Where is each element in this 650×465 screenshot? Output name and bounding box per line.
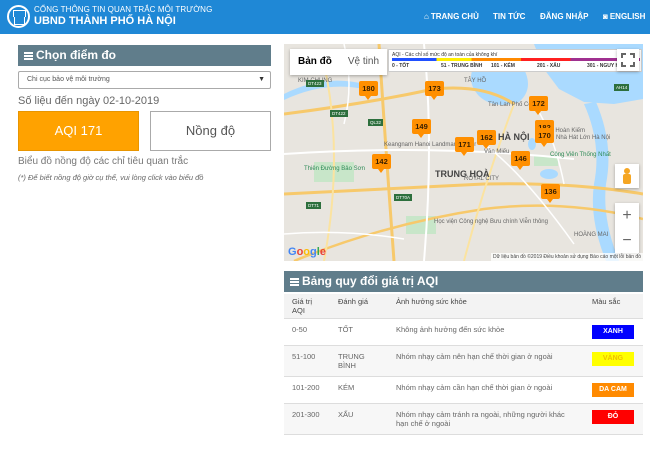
aqi-range: 201-300 — [284, 403, 330, 435]
hanoi-logo-icon[interactable] — [7, 5, 30, 28]
list-icon — [290, 277, 299, 287]
nav-home-label: TRANG CHỦ — [430, 12, 479, 21]
aqi-range: 101-200 — [284, 376, 330, 404]
color-chip: VÀNG — [592, 352, 634, 366]
map-type-toggle: Bản đồ Vệ tinh — [290, 49, 388, 75]
nav-english[interactable]: ◙ ENGLISH — [603, 12, 645, 21]
aqi-effect: Nhóm nhạy cảm tránh ra ngoài, những ngườ… — [388, 403, 584, 435]
map-view[interactable]: Bản đồ Vệ tinh AQI - Các chỉ số mức độ an… — [284, 44, 643, 261]
brand-title[interactable]: UBND THÀNH PHỐ HÀ NỘI — [34, 15, 176, 27]
map-label: Nhà Hát Lớn Hà Nội — [556, 135, 611, 141]
map-label: TÂY HỒ — [464, 78, 487, 84]
tab-map[interactable]: Bản đồ — [290, 49, 340, 75]
aqi-marker[interactable]: 162 — [477, 130, 496, 149]
aqi-rating: TỐT — [330, 318, 388, 346]
aqi-marker[interactable]: 172 — [529, 96, 548, 115]
aqi-marker[interactable]: 170 — [535, 128, 554, 147]
map-label: HÀ NỘI — [498, 132, 530, 142]
street-view-pegman-icon[interactable] — [615, 164, 639, 188]
color-chip: XANH — [592, 325, 634, 339]
fullscreen-button[interactable] — [617, 49, 639, 71]
data-date-label: Số liệu đến ngày 02-10-2019 — [18, 95, 160, 107]
aqi-marker[interactable]: 146 — [511, 151, 530, 170]
zoom-control: + − — [615, 203, 639, 253]
table-header-row: Giá trị AQI Đánh giá Ảnh hưởng sức khỏe … — [284, 294, 643, 319]
aqi-rating: XẤU — [330, 403, 388, 435]
home-icon: ⌂ — [424, 12, 429, 21]
map-label: Công Viên Thống Nhất — [550, 152, 611, 158]
map-label: Văn Miếu — [484, 149, 510, 155]
fullscreen-icon — [621, 53, 635, 67]
table-row: 0-50 TỐT Không ảnh hưởng đến sức khỏe XA… — [284, 318, 643, 346]
aqi-marker[interactable]: 149 — [412, 119, 431, 138]
aqi-marker[interactable]: 173 — [425, 81, 444, 100]
aqi-table-header: Bảng quy đổi giá trị AQI — [284, 271, 643, 292]
caret-down-icon: ▼ — [258, 76, 265, 83]
road-badge: DT422 — [330, 110, 348, 117]
legend-level: 51 - TRUNG BÌNH — [441, 63, 483, 69]
legend-color-bar — [392, 58, 640, 61]
column-header: Giá trị AQI — [284, 294, 330, 319]
road-badge: DT70A — [394, 194, 413, 201]
table-row: 101-200 KÉM Nhóm nhạy cảm cần hạn chế th… — [284, 376, 643, 404]
table-row: 51-100 TRUNG BÌNH Nhóm nhạy cảm nên hạn … — [284, 345, 643, 377]
column-header: Đánh giá — [330, 294, 388, 319]
chart-caption: Biểu đồ nồng độ các chỉ tiêu quan trắc — [18, 156, 189, 167]
brand-subtitle: CỔNG THÔNG TIN QUAN TRẮC MÔI TRƯỜNG — [34, 5, 213, 14]
tab-aqi[interactable]: AQI 171 — [18, 111, 139, 151]
color-chip: DA CAM — [592, 383, 634, 397]
aqi-effect: Nhóm nhạy cảm nên hạn chế thời gian ở ng… — [388, 345, 584, 377]
station-select[interactable]: Chi cục bảo vệ môi trường ▼ — [18, 71, 271, 89]
map-label: Thiên Đường Bảo Sơn — [304, 166, 365, 172]
column-header: Màu sắc — [584, 294, 643, 319]
map-attribution[interactable]: Dữ liệu bản đồ ©2019 Điều khoản sử dụng … — [491, 253, 643, 261]
chart-note: (*) Để biết nồng độ giờ cụ thể, vui lòng… — [18, 173, 204, 182]
nav-login[interactable]: ĐĂNG NHẬP — [540, 12, 588, 21]
aqi-marker[interactable]: 180 — [359, 81, 378, 100]
color-chip: ĐỎ — [592, 410, 634, 424]
aqi-range: 0-50 — [284, 318, 330, 346]
legend-level: 201 - XẤU — [537, 63, 561, 69]
aqi-legend: AQI - Các chỉ số mức độ an toàn của khôn… — [388, 49, 642, 72]
aqi-table-title: Bảng quy đổi giá trị AQI — [302, 274, 439, 288]
aqi-rating: KÉM — [330, 376, 388, 404]
nav-news[interactable]: TIN TỨC — [493, 12, 525, 21]
road-badge: QL32 — [368, 119, 384, 126]
road-badge: AH14 — [614, 84, 630, 91]
aqi-effect: Nhóm nhạy cảm cần hạn chế thời gian ở ng… — [388, 376, 584, 404]
tab-satellite[interactable]: Vệ tinh — [340, 49, 387, 75]
map-label: Học viện Công nghệ Bưu chính Viễn thông — [434, 219, 548, 225]
aqi-marker[interactable]: 142 — [372, 154, 391, 173]
map-label: ROYAL CITY — [464, 176, 500, 182]
nav-news-label: TIN TỨC — [493, 12, 526, 21]
aqi-range: 51-100 — [284, 345, 330, 377]
nav-home[interactable]: ⌂ TRANG CHỦ — [424, 12, 479, 21]
aqi-marker[interactable]: 171 — [455, 137, 474, 156]
choose-station-title: Chọn điểm đo — [36, 48, 116, 62]
zoom-in-button[interactable]: + — [615, 203, 639, 228]
aqi-rating: TRUNG BÌNH — [330, 345, 388, 377]
list-icon — [24, 51, 33, 61]
tab-concentration[interactable]: Nồng độ — [150, 111, 271, 151]
station-select-value: Chi cục bảo vệ môi trường — [27, 76, 110, 83]
globe-icon: ◙ — [603, 12, 608, 21]
road-badge: DT423 — [306, 80, 324, 87]
map-label: HOÀNG MAI — [574, 232, 609, 238]
table-row: 201-300 XẤU Nhóm nhạy cảm tránh ra ngoài… — [284, 403, 643, 435]
top-header: CỔNG THÔNG TIN QUAN TRẮC MÔI TRƯỜNG UBND… — [0, 0, 650, 34]
road-badge: DT71 — [306, 202, 322, 209]
aqi-marker[interactable]: 136 — [541, 184, 560, 203]
map-label: Tân Lan Phố Cổ — [488, 102, 532, 108]
nav-english-label: ENGLISH — [609, 12, 646, 21]
google-logo[interactable]: Google — [288, 246, 326, 258]
choose-station-header: Chọn điểm đo — [18, 45, 271, 66]
zoom-out-button[interactable]: − — [615, 228, 639, 253]
column-header: Ảnh hưởng sức khỏe — [388, 294, 584, 319]
nav-login-label: ĐĂNG NHẬP — [540, 12, 589, 21]
aqi-effect: Không ảnh hưởng đến sức khỏe — [388, 318, 584, 346]
legend-level: 101 - KÉM — [491, 63, 515, 69]
legend-level: 0 - TỐT — [392, 63, 410, 69]
aqi-table: Giá trị AQI Đánh giá Ảnh hưởng sức khỏe … — [284, 294, 643, 435]
